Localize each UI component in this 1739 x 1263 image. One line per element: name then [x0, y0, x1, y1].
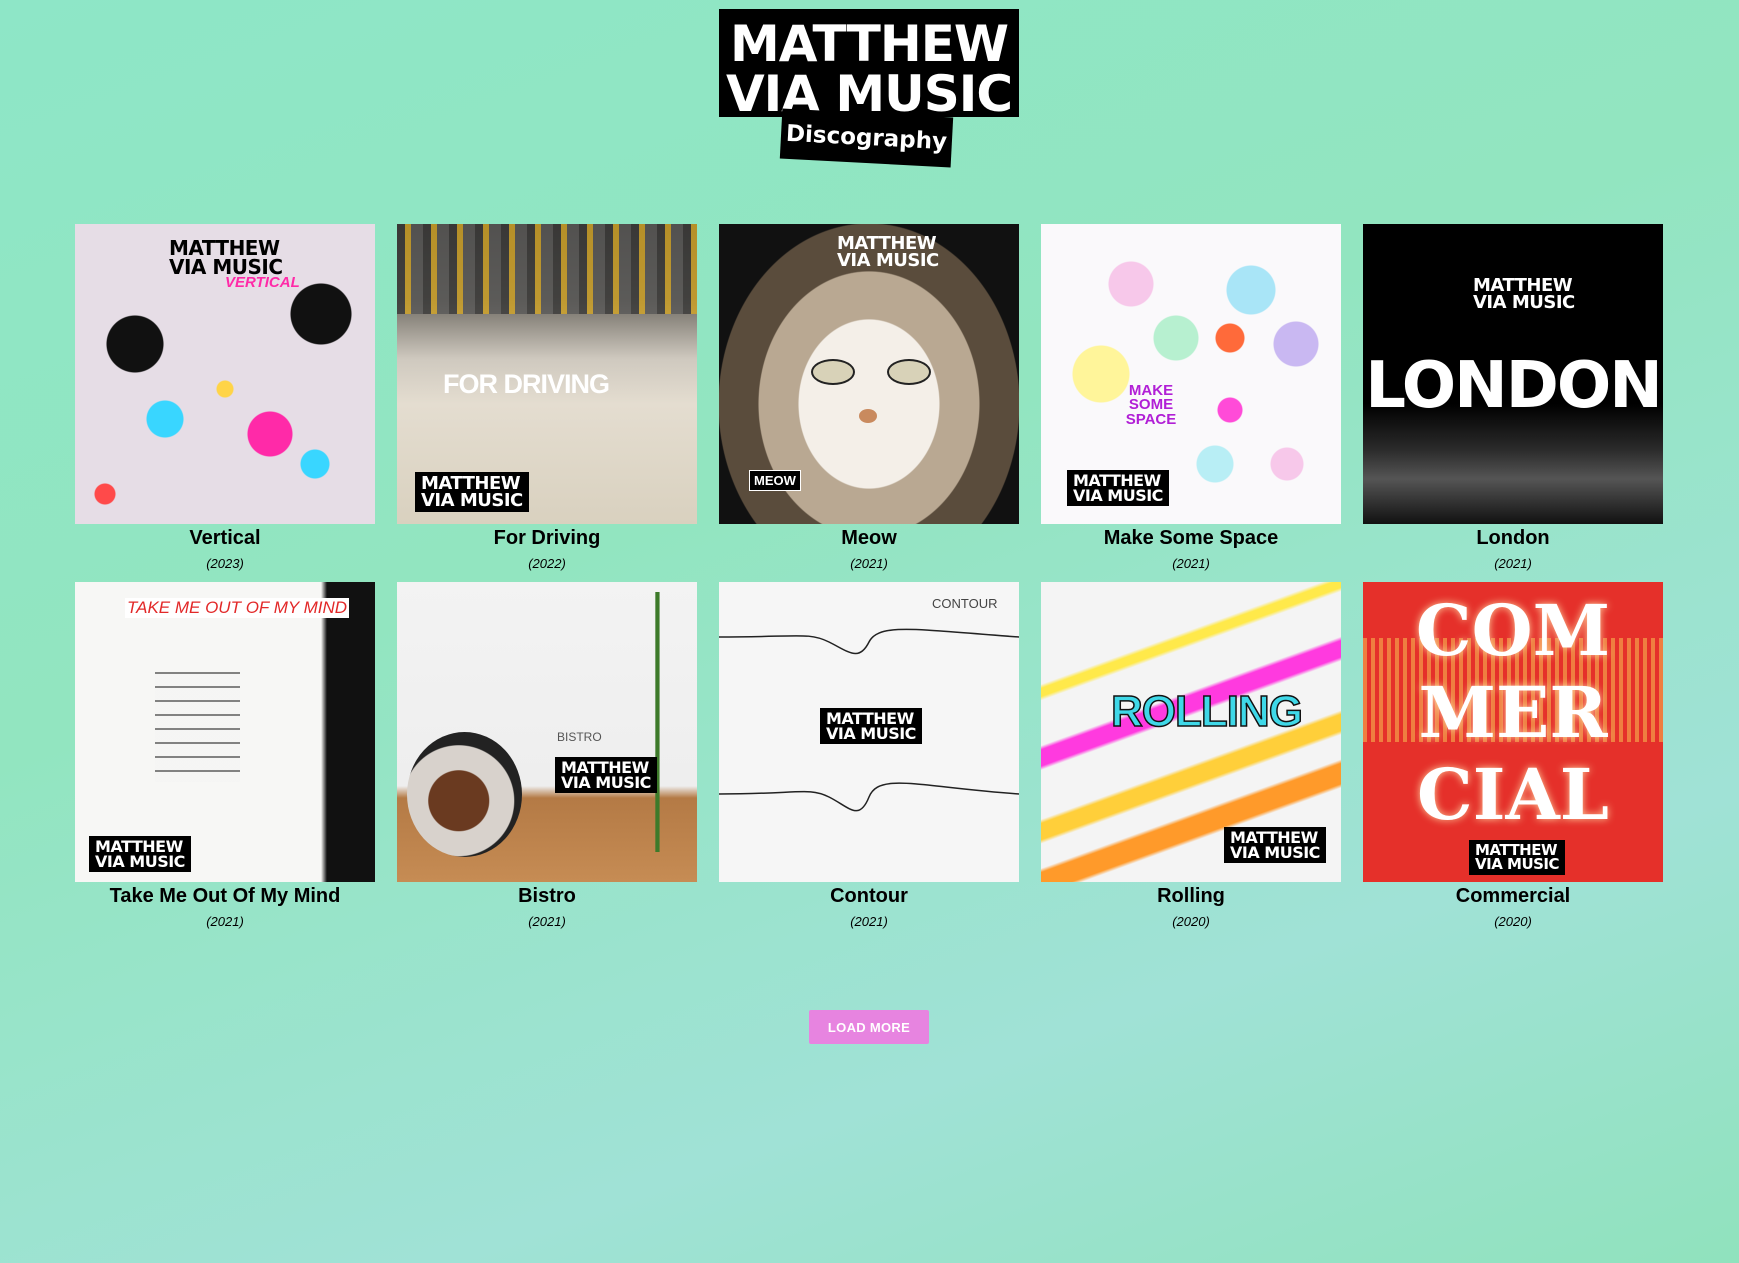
release-title[interactable]: Contour [719, 885, 1019, 908]
cover-text: VERTICAL [225, 274, 300, 291]
release-grid: MATTHEW VIA MUSIC VERTICAL Vertical (202… [75, 224, 1663, 940]
album-cover[interactable]: FOR DRIVING MATTHEW VIA MUSIC [397, 224, 697, 524]
album-cover[interactable]: BISTRO MATTHEW VIA MUSIC [397, 582, 697, 882]
album-cover[interactable]: MATTHEW VIA MUSIC LONDON [1363, 224, 1663, 524]
album-cover[interactable]: COM MER CIAL MATTHEW VIA MUSIC [1363, 582, 1663, 882]
release-year: (2021) [850, 556, 888, 571]
cover-brand: MATTHEW VIA MUSIC [555, 757, 657, 794]
brand-l2: VIA MUSIC [1073, 486, 1163, 506]
discography-badge: Discography [779, 108, 954, 168]
album-cover[interactable]: MATTHEW VIA MUSIC MEOW [719, 224, 1019, 524]
album-cover[interactable]: MATTHEW VIA MUSIC VERTICAL [75, 224, 375, 524]
cat-eye-right [887, 359, 931, 385]
site-logo[interactable]: MATTHEW VIA MUSIC [719, 9, 1019, 123]
cat-eye-left [811, 359, 855, 385]
brand-l2: VIA MUSIC [421, 490, 523, 512]
release-year: (2022) [528, 556, 566, 571]
brand-l2: VIA MUSIC [826, 724, 916, 744]
cover-brand: MATTHEW VIA MUSIC [1067, 470, 1169, 507]
cover-text: TAKE ME OUT OF MY MIND [125, 598, 350, 618]
album-cover[interactable]: MAKE SOME SPACE MATTHEW VIA MUSIC [1041, 224, 1341, 524]
release-title[interactable]: Take Me Out Of My Mind [75, 885, 375, 908]
cover-brand: MATTHEW VIA MUSIC [415, 472, 529, 513]
brand-l2: VIA MUSIC [1473, 292, 1575, 314]
album-cover[interactable]: CONTOUR MATTHEW VIA MUSIC [719, 582, 1019, 882]
load-more-button[interactable]: LOAD MORE [809, 1010, 929, 1044]
cover-brand: MATTHEW VIA MUSIC [820, 708, 922, 745]
plant [627, 592, 697, 852]
brand-l2: VIA MUSIC [837, 250, 939, 272]
release-title[interactable]: Make Some Space [1041, 527, 1341, 550]
brand-l2: VIA MUSIC [1475, 855, 1560, 874]
tunnel-ceiling [397, 224, 697, 314]
release-title[interactable]: For Driving [397, 527, 697, 550]
cover-text: BISTRO [557, 730, 602, 744]
release-card[interactable]: BISTRO MATTHEW VIA MUSIC Bistro (2021) [397, 582, 697, 940]
release-title[interactable]: London [1363, 527, 1663, 550]
cover-brand: MATTHEW VIA MUSIC [831, 232, 945, 272]
release-year: (2023) [206, 556, 244, 571]
logo-line-2: VIA MUSIC [725, 65, 1013, 123]
release-card[interactable]: TAKE ME OUT OF MY MIND MATTHEW VIA MUSIC… [75, 582, 375, 940]
release-year: (2021) [1494, 556, 1532, 571]
cover-line-2: MER [1418, 671, 1608, 754]
release-card[interactable]: CONTOUR MATTHEW VIA MUSIC Contour (2021) [719, 582, 1019, 940]
release-card[interactable]: MATTHEW VIA MUSIC VERTICAL Vertical (202… [75, 224, 375, 582]
album-cover[interactable]: ROLLING MATTHEW VIA MUSIC [1041, 582, 1341, 882]
release-title[interactable]: Bistro [397, 885, 697, 908]
bass-drum [407, 732, 522, 857]
release-card[interactable]: COM MER CIAL MATTHEW VIA MUSIC Commercia… [1363, 582, 1663, 940]
cover-brand: MATTHEW VIA MUSIC [1469, 840, 1566, 875]
logo-line-1: MATTHEW [729, 15, 1009, 73]
brand-l2: VIA MUSIC [561, 773, 651, 793]
release-card[interactable]: MATTHEW VIA MUSIC MEOW Meow (2021) [719, 224, 1019, 582]
cover-text: ROLLING [1110, 686, 1303, 737]
release-year: (2021) [206, 914, 244, 929]
release-year: (2021) [850, 914, 888, 929]
album-cover[interactable]: TAKE ME OUT OF MY MIND MATTHEW VIA MUSIC [75, 582, 375, 882]
release-year: (2021) [528, 914, 566, 929]
release-title[interactable]: Meow [719, 527, 1019, 550]
brand-l2: VIA MUSIC [1230, 843, 1320, 863]
cover-text: MEOW [749, 470, 801, 491]
release-card[interactable]: MATTHEW VIA MUSIC LONDON London (2021) [1363, 224, 1663, 582]
brand-l2: VIA MUSIC [95, 852, 185, 872]
cover-text: FOR DRIVING [443, 369, 610, 399]
cover-brand: MATTHEW VIA MUSIC [1467, 274, 1581, 314]
cover-text: COM MER CIAL [1363, 590, 1663, 836]
cat-nose [859, 409, 877, 423]
release-year: (2020) [1172, 914, 1210, 929]
cover-text: LONDON [1365, 349, 1663, 423]
release-year: (2020) [1494, 914, 1532, 929]
cover-text: CONTOUR [932, 596, 998, 611]
eyes-collage [155, 672, 240, 782]
release-title[interactable]: Vertical [75, 527, 375, 550]
release-title[interactable]: Commercial [1363, 885, 1663, 908]
cover-line-3: CIAL [1417, 753, 1609, 836]
cover-brand: MATTHEW VIA MUSIC [89, 836, 191, 873]
cover-line-1: COM [1415, 589, 1611, 672]
release-card[interactable]: MAKE SOME SPACE MATTHEW VIA MUSIC Make S… [1041, 224, 1341, 582]
release-year: (2021) [1172, 556, 1210, 571]
cover-brand: MATTHEW VIA MUSIC [1224, 827, 1326, 864]
release-card[interactable]: ROLLING MATTHEW VIA MUSIC Rolling (2020) [1041, 582, 1341, 940]
release-title[interactable]: Rolling [1041, 885, 1341, 908]
release-card[interactable]: FOR DRIVING MATTHEW VIA MUSIC For Drivin… [397, 224, 697, 582]
cover-text: MAKE SOME SPACE [1125, 382, 1177, 428]
